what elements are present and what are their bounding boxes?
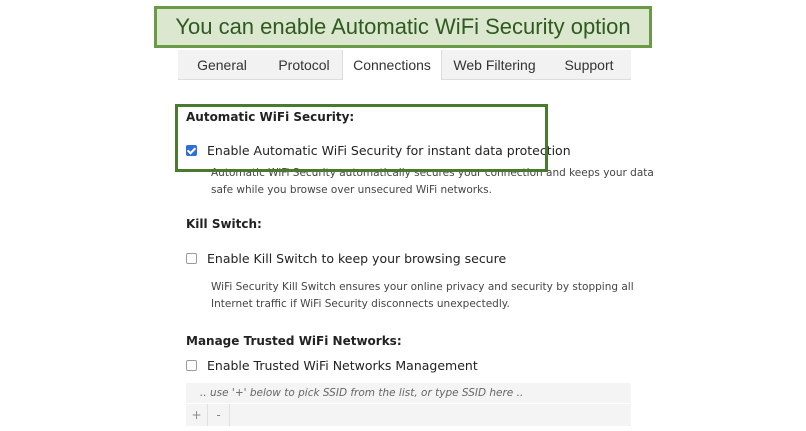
automatic-wifi-description-line2: safe while you browse over unsecured WiF… bbox=[211, 184, 492, 196]
automatic-wifi-security-checkbox[interactable] bbox=[186, 145, 197, 156]
callout-banner: You can enable Automatic WiFi Security o… bbox=[154, 6, 652, 48]
tab-protocol[interactable]: Protocol bbox=[266, 50, 342, 79]
kill-switch-checkbox[interactable] bbox=[186, 253, 197, 264]
tab-web-filtering[interactable]: Web Filtering bbox=[442, 50, 547, 79]
trusted-networks-title: Manage Trusted WiFi Networks: bbox=[186, 334, 402, 348]
automatic-wifi-security-label[interactable]: Enable Automatic WiFi Security for insta… bbox=[207, 143, 571, 158]
ssid-toolbar: + - bbox=[186, 404, 631, 426]
kill-switch-option[interactable]: Enable Kill Switch to keep your browsing… bbox=[186, 251, 506, 266]
automatic-wifi-security-description: Automatic WiFi Security automatically se… bbox=[211, 165, 654, 199]
kill-switch-description: WiFi Security Kill Switch ensures your o… bbox=[211, 279, 634, 313]
trusted-networks-checkbox[interactable] bbox=[186, 360, 197, 371]
kill-switch-description-line2: Internet traffic if WiFi Security discon… bbox=[211, 298, 510, 310]
tab-connections[interactable]: Connections bbox=[342, 50, 442, 80]
remove-ssid-button[interactable]: - bbox=[208, 404, 230, 426]
trusted-networks-option[interactable]: Enable Trusted WiFi Networks Management bbox=[186, 358, 478, 373]
kill-switch-label[interactable]: Enable Kill Switch to keep your browsing… bbox=[207, 251, 506, 266]
trusted-networks-label[interactable]: Enable Trusted WiFi Networks Management bbox=[207, 358, 478, 373]
add-ssid-button[interactable]: + bbox=[186, 404, 208, 426]
kill-switch-description-line1: WiFi Security Kill Switch ensures your o… bbox=[211, 281, 634, 293]
ssid-input[interactable] bbox=[186, 383, 631, 403]
automatic-wifi-description-line1: Automatic WiFi Security automatically se… bbox=[211, 167, 654, 179]
automatic-wifi-security-option[interactable]: Enable Automatic WiFi Security for insta… bbox=[186, 143, 571, 158]
tab-support[interactable]: Support bbox=[547, 50, 631, 79]
tab-general[interactable]: General bbox=[178, 50, 266, 79]
kill-switch-title: Kill Switch: bbox=[186, 217, 262, 231]
automatic-wifi-security-title: Automatic WiFi Security: bbox=[186, 110, 355, 124]
tab-bar: General Protocol Connections Web Filteri… bbox=[178, 50, 631, 80]
